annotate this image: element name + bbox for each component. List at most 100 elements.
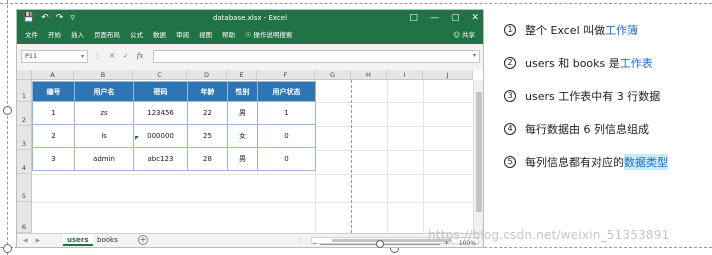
column-header-a[interactable]: A [32, 70, 74, 80]
row-header-4[interactable]: 4 [17, 150, 32, 174]
tab-file[interactable]: 文件 [25, 31, 38, 40]
note-item: 2 users 和 books 是 工作表 [504, 55, 653, 71]
row-header-1[interactable]: 1 [17, 80, 32, 102]
table-cell[interactable]: 1 [32, 101, 75, 125]
table-cell[interactable]: 1 [257, 101, 316, 125]
ribbon-tabs-bar: 文件 开始 插入 页面布局 公式 数据 审阅 视图 帮助 ☉ 操作说明搜索 ☺ … [17, 27, 483, 44]
table-header-cell[interactable]: 用户状态 [257, 81, 316, 102]
cancel-icon[interactable]: ✕ [109, 50, 115, 63]
insert-function-icon[interactable]: fx [137, 50, 144, 63]
table-cell[interactable]: 2 [32, 124, 75, 148]
scrollbar-thumb[interactable] [476, 92, 482, 212]
gridline [32, 174, 483, 175]
row-header-5[interactable]: 5 [17, 174, 32, 202]
error-indicator-icon [135, 136, 139, 140]
table-row: 2 ls 000000 25 女 0 [32, 124, 316, 148]
table-header-cell[interactable]: 年龄 [187, 81, 228, 102]
add-sheet-button[interactable]: + [138, 235, 148, 245]
tab-view[interactable]: 视图 [199, 31, 212, 40]
column-header-b[interactable]: B [74, 70, 133, 80]
table-cell[interactable]: 女 [227, 124, 258, 148]
tab-home[interactable]: 开始 [48, 31, 61, 40]
table-cell[interactable]: 男 [227, 101, 258, 125]
watermark-text: https://blog.csdn.net/weixin_51353891 [428, 228, 670, 242]
tab-insert[interactable]: 插入 [71, 31, 84, 40]
resize-handle-left[interactable] [3, 106, 12, 115]
table-cell[interactable]: 3 [32, 147, 75, 171]
row-header-2[interactable]: 2 [17, 102, 32, 126]
worksheet-grid[interactable]: A B C D E F G H I J 1 2 3 4 5 6 编号 用户名 密… [17, 70, 483, 233]
column-header-e[interactable]: E [227, 70, 257, 80]
note-text: users 和 books 是 [525, 57, 620, 70]
table-cell[interactable]: 0 [257, 124, 316, 148]
note-text: 每列信息都有对应的 [525, 156, 624, 169]
tab-data[interactable]: 数据 [153, 31, 166, 40]
column-header-h[interactable]: H [351, 70, 387, 80]
table-row: 3 admin abc123 28 男 0 [32, 147, 316, 171]
formula-input[interactable]: ▾ [153, 50, 480, 63]
table-header-cell[interactable]: 性别 [227, 81, 258, 102]
zoom-slider-knob[interactable] [376, 240, 384, 248]
note-highlight: 数据类型 [624, 154, 668, 170]
prev-sheet-icon[interactable]: ◀ [23, 236, 28, 245]
note-highlight: 工作簿 [605, 24, 639, 37]
row-header-3[interactable]: 3 [17, 126, 32, 150]
table-cell[interactable]: zs [74, 101, 134, 125]
zoom-out-button[interactable]: − [312, 240, 317, 248]
select-all-corner[interactable] [17, 70, 32, 80]
row-header-6[interactable]: 6 [17, 202, 32, 233]
column-header-i[interactable]: I [387, 70, 423, 80]
maximize-icon[interactable]: ▢ [451, 12, 460, 24]
column-header-j[interactable]: J [423, 70, 473, 80]
sheet-nav-arrows: ◀ ▶ [23, 236, 40, 245]
circled-number: 2 [504, 57, 516, 69]
table-cell[interactable]: 28 [187, 147, 228, 171]
page-break-line [351, 80, 352, 233]
sheet-tab-books[interactable]: books [93, 234, 122, 246]
column-header-c[interactable]: C [133, 70, 187, 80]
circled-number: 5 [504, 156, 516, 168]
table-cell[interactable]: 123456 [133, 101, 188, 125]
name-box-value: P11 [25, 52, 38, 60]
table-header-cell[interactable]: 编号 [32, 81, 75, 102]
table-cell[interactable]: abc123 [133, 147, 188, 171]
users-data-table: 编号 用户名 密码 年龄 性别 用户状态 1 zs 123456 22 男 1 … [32, 81, 316, 171]
tab-formulas[interactable]: 公式 [130, 31, 143, 40]
circled-number: 1 [504, 24, 516, 36]
name-box[interactable]: P11 ▾ [21, 50, 88, 63]
table-header-cell[interactable]: 密码 [133, 81, 188, 102]
tab-review[interactable]: 审阅 [176, 31, 189, 40]
table-header-row: 编号 用户名 密码 年龄 性别 用户状态 [32, 81, 316, 102]
column-header-f[interactable]: F [257, 70, 315, 80]
resize-handle-bottom-left[interactable] [3, 244, 12, 253]
table-cell[interactable]: 0 [257, 147, 316, 171]
table-cell[interactable]: admin [74, 147, 134, 171]
table-header-cell[interactable]: 用户名 [74, 81, 134, 102]
chevron-down-icon[interactable]: ▾ [81, 51, 84, 62]
table-cell[interactable]: 男 [227, 147, 258, 171]
close-icon[interactable]: ✕ [471, 12, 479, 24]
minimize-icon[interactable]: — [430, 12, 439, 24]
ribbon-display-icon[interactable]: □ [409, 12, 418, 24]
share-button[interactable]: ☺ 共享 [453, 31, 475, 40]
note-text: 每行数据由 6 列信息组成 [525, 123, 649, 136]
expand-formula-icon[interactable]: ▾ [473, 52, 476, 59]
column-header-g[interactable]: G [315, 70, 351, 80]
tab-help[interactable]: 帮助 [222, 31, 235, 40]
tab-page-layout[interactable]: 页面布局 [94, 31, 120, 40]
table-cell[interactable]: 22 [187, 101, 228, 125]
vertical-scrollbar[interactable] [473, 80, 483, 233]
formula-buttons: ⋮ ✕ ✓ fx [94, 50, 143, 63]
note-item: 1 整个 Excel 叫做 工作簿 [504, 22, 638, 38]
table-cell[interactable]: 000000 [133, 124, 188, 148]
selection-border-left [7, 0, 8, 255]
column-header-d[interactable]: D [187, 70, 227, 80]
selection-border-top [0, 3, 712, 4]
table-cell[interactable]: ls [74, 124, 134, 148]
sheet-tab-users[interactable]: users [63, 234, 93, 246]
next-sheet-icon[interactable]: ▶ [36, 236, 41, 245]
tell-me-search[interactable]: ☉ 操作说明搜索 [245, 31, 292, 40]
enter-icon[interactable]: ✓ [123, 50, 129, 63]
table-cell[interactable]: 25 [187, 124, 228, 148]
share-label: 共享 [462, 31, 475, 39]
